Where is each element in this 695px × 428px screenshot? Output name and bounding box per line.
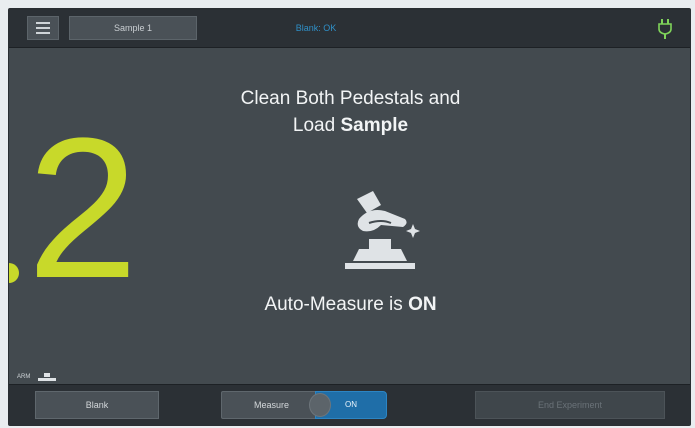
sample-tab[interactable]: Sample 1 [69, 16, 197, 40]
side-pull-tab[interactable] [9, 263, 19, 283]
instruction-line-2-prefix: Load [292, 115, 341, 136]
automeasure-prefix: Auto-Measure is [264, 294, 409, 315]
plug-connected-icon [658, 19, 672, 39]
instruction-line-1: Clean Both Pedestals and [240, 88, 461, 109]
arm-indicator: ARM [17, 369, 58, 385]
bottom-bar: Blank Measure ON End Experiment [9, 384, 690, 425]
instruction-line-2: Load Sample [9, 112, 690, 139]
instruction-line-2-bold: Sample [340, 115, 409, 136]
step-number: 2 [27, 97, 139, 320]
measure-button[interactable]: Measure [221, 391, 321, 419]
end-experiment-button[interactable]: End Experiment [475, 391, 665, 419]
blank-button[interactable]: Blank [35, 391, 159, 419]
automeasure-state: ON [408, 294, 437, 315]
arm-position-icon [38, 373, 57, 381]
pedestal-wipe-icon [345, 191, 420, 269]
instruction-text: Clean Both Pedestals and Load Sample [9, 85, 690, 139]
instrument-screen: Sample 1 Blank: OK 2 Clean Both Pedestal… [8, 8, 691, 426]
hamburger-menu-icon[interactable] [27, 16, 59, 40]
arm-label: ARM [17, 374, 31, 380]
top-bar: Sample 1 Blank: OK [9, 9, 690, 48]
automeasure-status: Auto-Measure is ON [9, 293, 690, 317]
toggle-knob[interactable] [309, 393, 331, 417]
blank-status: Blank: OK [295, 23, 337, 33]
